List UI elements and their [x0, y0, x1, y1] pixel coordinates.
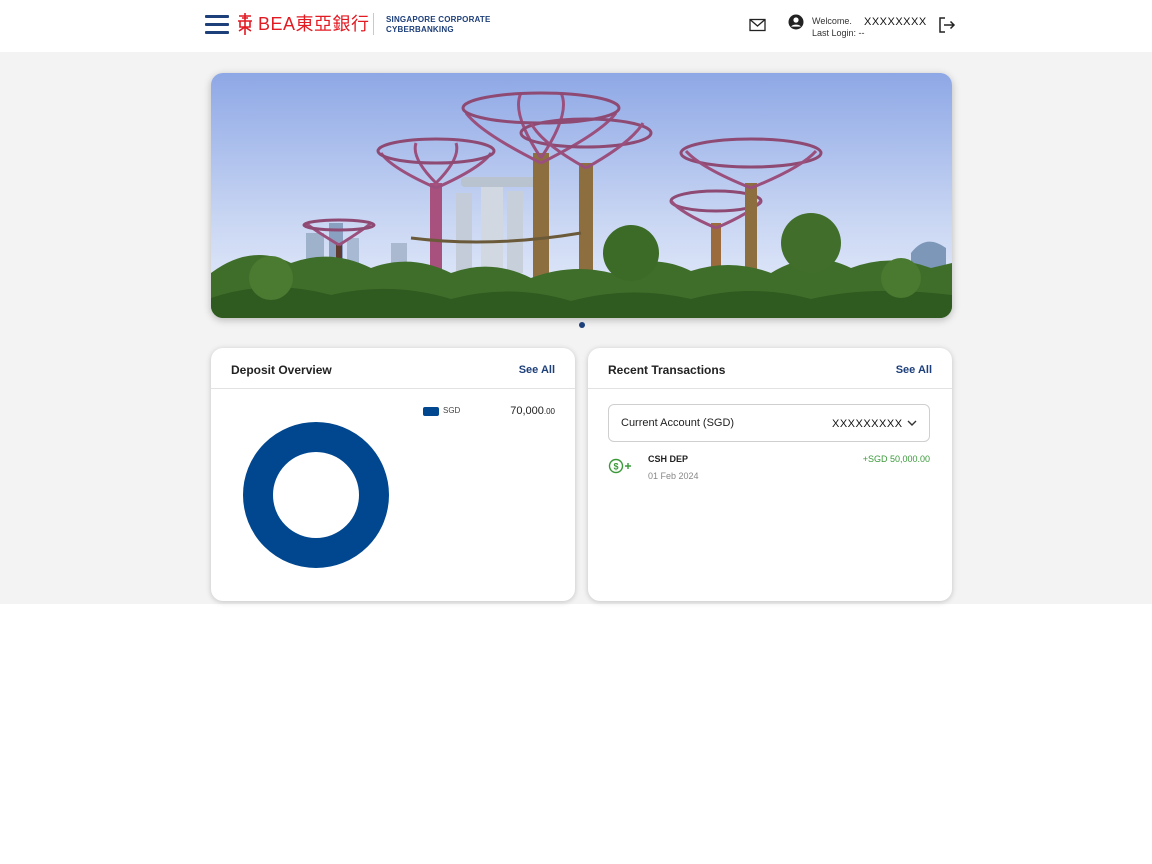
brand-subtitle-line2: CYBERBANKING [386, 25, 454, 34]
recent-transactions-header: Recent Transactions See All [588, 348, 952, 389]
transactions-see-all-link[interactable]: See All [896, 364, 932, 376]
donut-slice-sgd [243, 422, 389, 568]
deposit-overview-header: Deposit Overview See All [211, 348, 575, 389]
brand-subtitle-line1: SINGAPORE CORPORATE [386, 15, 491, 24]
legend-label-sgd: SGD [443, 406, 461, 415]
promo-banner[interactable] [211, 73, 952, 318]
dashboard-content: Deposit Overview See All SGD 70,000.00 R… [0, 52, 1152, 604]
svg-text:$: $ [613, 462, 618, 472]
username: XXXXXXXX [864, 16, 927, 28]
bea-logo[interactable]: BEA東亞銀行 [236, 12, 370, 36]
carousel-dot-1[interactable] [579, 322, 585, 328]
top-header: BEA東亞銀行 SINGAPORE CORPORATE CYBERBANKING… [0, 0, 1152, 52]
transaction-description: CSH DEP [648, 454, 689, 464]
deposit-overview-title: Deposit Overview [231, 363, 332, 377]
bea-logo-mark-icon [238, 13, 252, 35]
deposit-overview-card: Deposit Overview See All SGD 70,000.00 [211, 348, 575, 601]
transaction-row[interactable]: $ CSH DEP 01 Feb 2024 +SGD 50,000.00 [608, 454, 930, 488]
transaction-amount: +SGD 50,000.00 [862, 454, 930, 464]
gardens-by-the-bay-image [211, 73, 952, 318]
transaction-date: 01 Feb 2024 [648, 471, 699, 481]
legend-value-main: 70,000 [510, 405, 544, 417]
legend-value-decimals: .00 [543, 407, 555, 416]
chevron-down-icon [907, 420, 917, 426]
brand-name: BEA東亞銀行 [258, 14, 370, 34]
last-login-label: Last Login: -- [812, 28, 865, 38]
recent-transactions-card: Recent Transactions See All Current Acco… [588, 348, 952, 601]
deposit-see-all-link[interactable]: See All [519, 364, 555, 376]
recent-transactions-title: Recent Transactions [608, 363, 726, 377]
deposit-donut-chart [243, 422, 389, 568]
legend-value-sgd: 70,000.00 [510, 405, 555, 417]
hamburger-menu-icon[interactable] [205, 15, 229, 35]
cash-deposit-icon: $ [608, 458, 631, 474]
welcome-label: Welcome. [812, 16, 852, 26]
account-dropdown-label: Current Account (SGD) [621, 417, 735, 429]
mail-icon[interactable] [749, 18, 766, 32]
brand-subtitle: SINGAPORE CORPORATE CYBERBANKING [386, 15, 491, 35]
logout-icon[interactable] [938, 16, 956, 34]
welcome-block: Welcome. Last Login: -- [812, 15, 865, 39]
account-dropdown[interactable]: Current Account (SGD) XXXXXXXXX [608, 404, 930, 442]
legend-swatch-sgd [423, 407, 439, 416]
account-number: XXXXXXXXX [832, 418, 903, 430]
logo-divider [373, 13, 374, 35]
user-icon[interactable] [788, 14, 804, 30]
